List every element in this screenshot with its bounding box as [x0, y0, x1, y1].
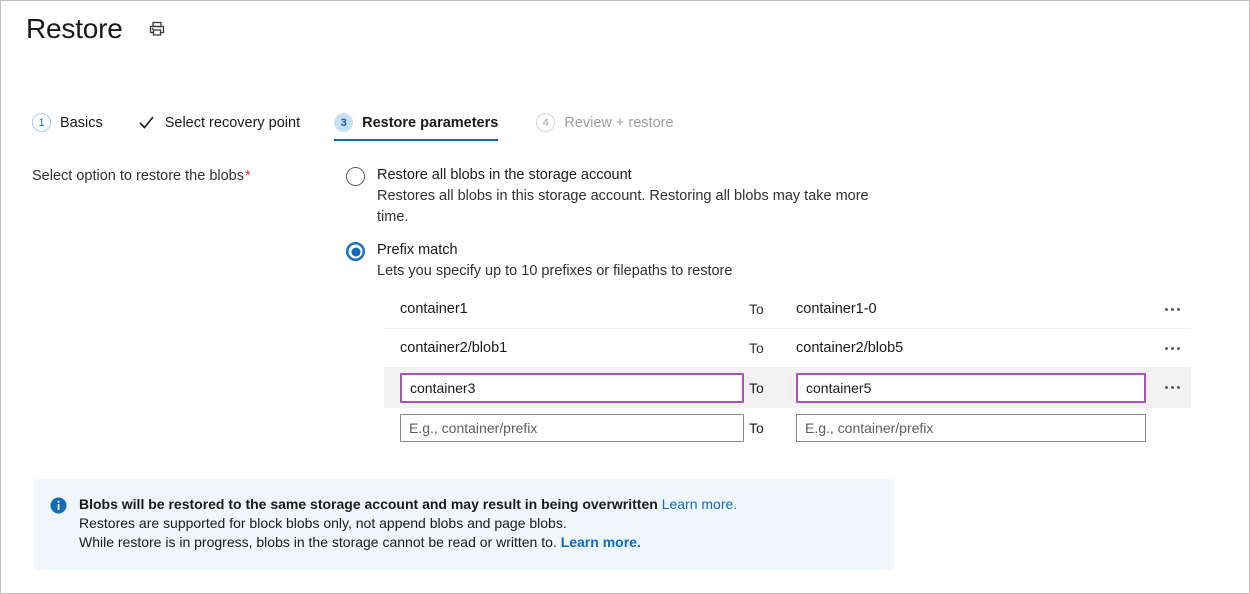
info-line-1: Blobs will be restored to the same stora… — [79, 495, 737, 514]
prefix-destination-cell: container1-0 — [786, 300, 1146, 318]
prefix-destination-text: container2/blob5 — [796, 340, 903, 356]
row-ellipsis-icon[interactable] — [1160, 382, 1185, 393]
prefix-destination-cell — [786, 373, 1146, 403]
to-label: To — [744, 380, 786, 396]
step-review-restore[interactable]: 4 Review + restore — [536, 113, 673, 141]
row-ellipsis-icon[interactable] — [1160, 343, 1185, 354]
prefix-destination-cell: container2/blob5 — [786, 339, 1146, 357]
option-prefix-match-title: Prefix match — [377, 240, 732, 261]
prefix-destination-text: container1-0 — [796, 301, 877, 317]
option-prefix-match[interactable]: Prefix match Lets you specify up to 10 p… — [346, 240, 906, 282]
blade-header: Restore — [26, 9, 169, 49]
prefix-source-cell — [384, 414, 744, 442]
option-restore-all-blobs-title: Restore all blobs in the storage account — [377, 165, 897, 186]
table-row: container2/blob1 To container2/blob5 — [384, 329, 1191, 368]
restore-option-group: Restore all blobs in the storage account… — [346, 165, 906, 282]
info-line-1-text: Blobs will be restored to the same stora… — [79, 496, 662, 512]
printer-icon[interactable] — [145, 17, 169, 41]
step-badge-4: 4 — [536, 113, 555, 132]
prefix-source-input-new[interactable] — [400, 414, 744, 442]
step-badge-1: 1 — [32, 113, 51, 132]
info-icon — [50, 497, 67, 514]
restore-blade: Restore 1 Basics Select recovery point — [0, 0, 1250, 594]
required-asterisk: * — [245, 168, 251, 184]
radio-prefix-match[interactable] — [346, 242, 365, 261]
info-banner: Blobs will be restored to the same stora… — [34, 479, 894, 570]
prefix-source-text: container2/blob1 — [400, 340, 507, 356]
option-restore-all-blobs[interactable]: Restore all blobs in the storage account… — [346, 165, 906, 228]
prefix-source-input[interactable] — [400, 373, 744, 403]
prefix-source-cell — [384, 373, 744, 403]
table-row: To — [384, 408, 1191, 447]
row-ellipsis-icon[interactable] — [1160, 304, 1185, 315]
step-select-recovery-point[interactable]: Select recovery point — [137, 113, 300, 141]
prefix-destination-input[interactable] — [796, 373, 1146, 403]
step-restore-parameters[interactable]: 3 Restore parameters — [334, 113, 498, 141]
prefix-destination-cell — [786, 414, 1146, 442]
to-label: To — [744, 301, 786, 317]
table-row: container1 To container1-0 — [384, 290, 1191, 329]
check-icon — [137, 113, 156, 132]
step-label-basics: Basics — [60, 115, 103, 131]
learn-more-link-2[interactable]: Learn more. — [561, 534, 641, 550]
prefix-source-cell: container1 — [384, 300, 744, 318]
step-badge-3: 3 — [334, 113, 353, 132]
wizard-steps: 1 Basics Select recovery point 3 Restore… — [32, 113, 708, 141]
info-line-2: Restores are supported for block blobs o… — [79, 514, 737, 533]
prefix-source-text: container1 — [400, 301, 468, 317]
option-prefix-match-desc: Lets you specify up to 10 prefixes or fi… — [377, 261, 732, 282]
step-label-restore-parameters: Restore parameters — [362, 115, 498, 131]
learn-more-link-1[interactable]: Learn more. — [662, 496, 737, 512]
info-line-3: While restore is in progress, blobs in t… — [79, 533, 737, 552]
info-banner-text: Blobs will be restored to the same stora… — [79, 495, 737, 552]
step-label-review-restore: Review + restore — [564, 115, 673, 131]
to-label: To — [744, 340, 786, 356]
restore-option-label-text: Select option to restore the blobs — [32, 168, 244, 184]
restore-option-label: Select option to restore the blobs* — [32, 168, 251, 184]
option-restore-all-blobs-desc: Restores all blobs in this storage accou… — [377, 186, 897, 228]
table-row: To — [384, 368, 1191, 408]
step-basics[interactable]: 1 Basics — [32, 113, 103, 141]
radio-restore-all-blobs[interactable] — [346, 167, 365, 186]
info-line-3-text: While restore is in progress, blobs in t… — [79, 534, 561, 550]
prefix-destination-input-new[interactable] — [796, 414, 1146, 442]
prefix-source-cell: container2/blob1 — [384, 339, 744, 357]
to-label: To — [744, 420, 786, 436]
page-title: Restore — [26, 9, 123, 49]
step-label-select-recovery-point: Select recovery point — [165, 115, 300, 131]
prefix-match-table: container1 To container1-0 container2/bl… — [384, 290, 1191, 447]
